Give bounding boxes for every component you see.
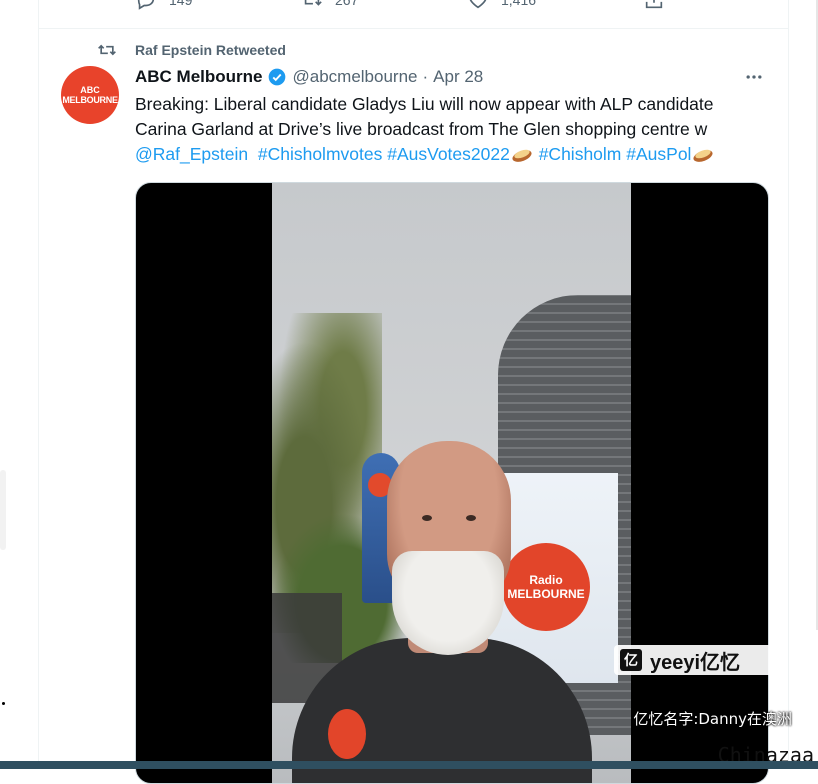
hashtag-link[interactable]: #AusPol [626,144,691,164]
presenter-eye [466,515,476,521]
heart-icon [469,0,487,9]
avatar-label: MELBOURNE [62,95,118,105]
previous-tweet-action-bar: 149 267 1,416 [39,0,788,29]
abc-logo-mark: ABC [80,85,100,95]
tweet-video[interactable]: Radio MELBOURNE [135,182,769,784]
avatar[interactable]: ABC MELBOURNE [61,66,119,124]
shirt-logo [328,709,366,759]
display-name[interactable]: ABC Melbourne [135,67,263,87]
reply-button[interactable]: 149 [135,0,192,12]
more-options-button[interactable] [742,66,766,88]
tweet-text-line: Carina Garland at Drive’s live broadcast… [135,119,708,139]
hashtag-link[interactable]: #AusVotes2022 [387,144,510,164]
stray-dot [2,702,5,705]
reply-count: 149 [169,0,193,8]
retweet-count: 267 [335,0,359,8]
retweet-icon [304,0,322,6]
more-dots-icon [746,75,762,79]
like-count: 1,416 [501,0,537,8]
watermark-caption: 亿忆名字:Danny在澳洲 [633,710,792,728]
ballot-box-icon [512,149,532,162]
retweet-icon [98,44,116,56]
hashtag-link[interactable]: #Chisholmvotes [258,144,383,164]
retweeted-by-label: Raf Epstein Retweeted [135,42,286,58]
presenter-eye [422,515,432,521]
retweet-button[interactable]: 267 [301,0,358,12]
tweet-text: Breaking: Liberal candidate Gladys Liu w… [135,92,770,167]
header-separator: · [422,67,429,86]
share-button[interactable] [643,0,677,12]
share-icon [645,0,663,9]
tweet-date[interactable]: Apr 28 [433,67,483,87]
like-button[interactable]: 1,416 [467,0,536,12]
radio-banner-logo: Radio MELBOURNE [502,543,590,631]
tweet-header: ABC Melbourne @abcmelbourne · Apr 28 [135,66,768,88]
watermark-badge-text: yeeyi亿忆 [650,651,741,674]
page-scroll-fragment [0,470,6,550]
video-frame: Radio MELBOURNE [272,183,631,783]
bottom-strip [0,761,818,769]
user-handle[interactable]: @abcmelbourne [293,67,418,87]
tweet-tags-line: @Raf_Epstein #Chisholmvotes #AusVotes202… [135,142,770,167]
reply-icon [137,0,155,10]
hashtag-link[interactable]: #Chisholm [539,144,622,164]
tweet-text-line: Breaking: Liberal candidate Gladys Liu w… [135,94,714,114]
watermark-badge: 亿 yeeyi亿忆 [614,645,782,675]
yeeyi-logo-icon: 亿 [620,649,642,671]
mention-link[interactable]: @Raf_Epstein [135,144,248,164]
ballot-box-icon [693,149,714,162]
verified-badge-icon [268,68,285,86]
